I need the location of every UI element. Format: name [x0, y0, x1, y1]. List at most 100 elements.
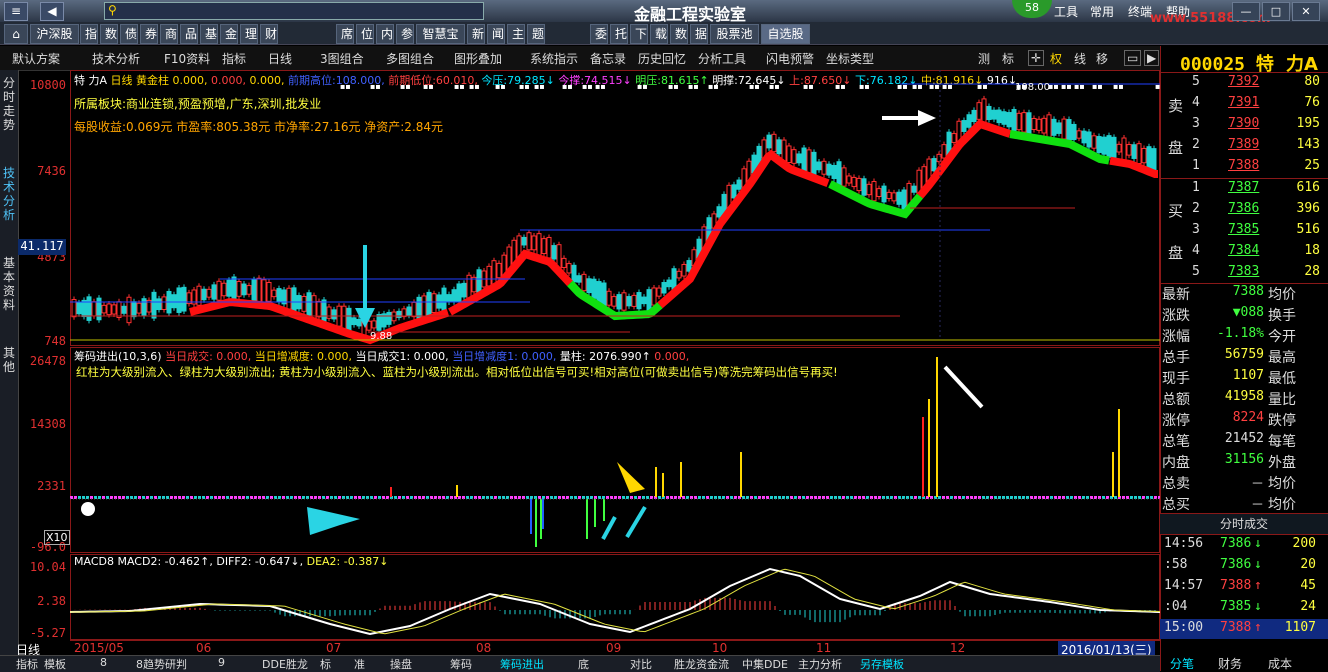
- bid-price[interactable]: 7385: [1228, 222, 1259, 237]
- nav-item[interactable]: 沪深股: [30, 24, 79, 44]
- bid-price[interactable]: 7386: [1228, 201, 1259, 216]
- nav-item[interactable]: 品: [180, 24, 198, 44]
- nav-item[interactable]: 金: [220, 24, 238, 44]
- bottom-tab[interactable]: 主力分析: [798, 656, 842, 672]
- panel-icon[interactable]: ▶: [1144, 50, 1160, 66]
- nav-item[interactable]: 下: [630, 24, 648, 44]
- bottom-tab[interactable]: 模板: [44, 656, 66, 672]
- ask-price[interactable]: 7389: [1228, 137, 1259, 152]
- ask-price[interactable]: 7388: [1228, 158, 1259, 173]
- nav-item[interactable]: 委: [590, 24, 608, 44]
- bottom-tab[interactable]: 筹码进出: [500, 656, 544, 672]
- bottom-tab[interactable]: 中集DDE: [742, 656, 788, 672]
- close-icon[interactable]: ✕: [1292, 2, 1320, 21]
- bottom-tab[interactable]: 准: [354, 656, 365, 672]
- nav-item[interactable]: 新: [467, 24, 485, 44]
- toolbar-item[interactable]: 线: [1074, 50, 1086, 67]
- nav-item[interactable]: 数: [100, 24, 118, 44]
- menu-icon[interactable]: ≡: [4, 2, 28, 21]
- candle-body: [881, 185, 887, 203]
- macd-y-top: 10.04: [29, 560, 66, 574]
- nav-item[interactable]: 基: [200, 24, 218, 44]
- signal-marker: ▪▪: [897, 82, 908, 91]
- toolbar-item[interactable]: 默认方案: [12, 50, 60, 67]
- toolbar-item[interactable]: 多图组合: [386, 50, 434, 67]
- bottom-tab[interactable]: 另存模板: [860, 656, 904, 672]
- nav-item[interactable]: 载: [650, 24, 668, 44]
- nav-item[interactable]: 主: [507, 24, 525, 44]
- toolbar-item[interactable]: 备忘录: [590, 50, 626, 67]
- bottom-tab[interactable]: 标: [320, 656, 331, 672]
- nav-item[interactable]: 指: [80, 24, 98, 44]
- crosshair-icon[interactable]: ✛: [1028, 50, 1045, 66]
- bottom-tab[interactable]: 9: [218, 656, 225, 669]
- menu-terminal[interactable]: 终端: [1128, 3, 1152, 20]
- home-icon[interactable]: ⌂: [4, 24, 28, 44]
- nav-item[interactable]: 券: [140, 24, 158, 44]
- nav-item[interactable]: 闻: [487, 24, 505, 44]
- nav-item[interactable]: 债: [120, 24, 138, 44]
- minimize-icon[interactable]: —: [1232, 2, 1260, 21]
- nav-item[interactable]: 智慧宝: [416, 24, 465, 44]
- nav-item[interactable]: 商: [160, 24, 178, 44]
- nav-item[interactable]: 参: [396, 24, 414, 44]
- bid-price[interactable]: 7383: [1228, 264, 1259, 279]
- nav-item[interactable]: 财: [260, 24, 278, 44]
- toolbar-item[interactable]: 历史回忆: [638, 50, 686, 67]
- signal-marker: ▪▪: [534, 82, 545, 91]
- bottom-tab[interactable]: 指标: [16, 656, 38, 672]
- bottom-tab[interactable]: 筹码: [450, 656, 472, 672]
- nav-item[interactable]: 理: [240, 24, 258, 44]
- nav-item[interactable]: 据: [690, 24, 708, 44]
- toolbar-item[interactable]: 坐标类型: [826, 50, 874, 67]
- nav-item[interactable]: 题: [527, 24, 545, 44]
- toolbar-item[interactable]: 图形叠加: [454, 50, 502, 67]
- menu-common[interactable]: 常用: [1090, 3, 1114, 20]
- ticks-title[interactable]: 分时成交: [1160, 513, 1328, 535]
- nav-item[interactable]: 内: [376, 24, 394, 44]
- menu-tools[interactable]: 工具: [1054, 3, 1078, 20]
- bottom-tab[interactable]: 对比: [630, 656, 652, 672]
- search-input[interactable]: [104, 2, 484, 20]
- nav-item[interactable]: 位: [356, 24, 374, 44]
- signal-marker: ▪▪: [803, 82, 814, 91]
- stat-label: 总手: [1162, 350, 1190, 366]
- stat-right-label: 跌停: [1268, 413, 1296, 429]
- bottom-tab[interactable]: 8: [100, 656, 107, 669]
- toolbar-item[interactable]: 系统指示: [530, 50, 578, 67]
- toolbar-item[interactable]: 权: [1050, 50, 1062, 67]
- bottom-tab[interactable]: 胜龙资金流: [674, 656, 729, 672]
- toolbar-item[interactable]: 分析工具: [698, 50, 746, 67]
- bid-price[interactable]: 7387: [1228, 180, 1259, 195]
- ask-price[interactable]: 7390: [1228, 116, 1259, 131]
- nav-item[interactable]: 自选股: [761, 24, 810, 44]
- sidebar-tab-fundamentals[interactable]: 基本资料: [1, 256, 17, 312]
- toolbar-item[interactable]: 指标: [222, 50, 246, 67]
- toolbar-item[interactable]: 3图组合: [320, 50, 364, 67]
- quote-tab[interactable]: 成本: [1268, 655, 1292, 672]
- quote-tab[interactable]: 财务: [1218, 655, 1242, 672]
- bottom-tab[interactable]: 8趋势研判: [136, 656, 187, 672]
- bottom-tab[interactable]: 操盘: [390, 656, 412, 672]
- toolbar-item[interactable]: F10资料: [164, 50, 210, 67]
- back-icon[interactable]: ◀: [40, 2, 64, 21]
- ask-price[interactable]: 7391: [1228, 95, 1259, 110]
- ask-price[interactable]: 7392: [1228, 74, 1259, 89]
- bid-price[interactable]: 7384: [1228, 243, 1259, 258]
- maximize-icon[interactable]: □: [1262, 2, 1290, 21]
- toolbar-item[interactable]: 技术分析: [92, 50, 140, 67]
- bottom-tab[interactable]: 底: [578, 656, 589, 672]
- toolbar-item[interactable]: 移: [1096, 50, 1108, 67]
- toolbar-item[interactable]: 标: [1002, 50, 1014, 67]
- toolbar-item[interactable]: 闪电预警: [766, 50, 814, 67]
- stat-value: 21452: [1224, 431, 1264, 446]
- toolbar-item[interactable]: 测: [978, 50, 990, 67]
- bottom-tab[interactable]: DDE胜龙: [262, 656, 308, 672]
- toolbar-item[interactable]: 日线: [268, 50, 292, 67]
- nav-item[interactable]: 托: [610, 24, 628, 44]
- nav-item[interactable]: 席: [336, 24, 354, 44]
- nav-item[interactable]: 数: [670, 24, 688, 44]
- nav-item[interactable]: 股票池: [710, 24, 759, 44]
- quote-tab[interactable]: 分笔: [1170, 655, 1194, 672]
- window-icon[interactable]: ▭: [1124, 50, 1142, 66]
